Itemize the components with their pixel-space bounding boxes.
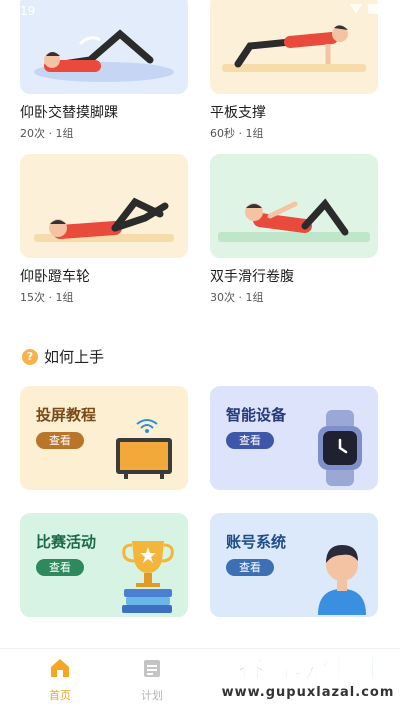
home-icon (51, 659, 69, 677)
tab-plan[interactable]: 计划 (122, 657, 182, 703)
exercise-thumbnail (210, 154, 378, 258)
status-time: 19 (20, 4, 36, 18)
user-avatar-icon (318, 545, 366, 615)
exercise-meta: 30次 · 1组 (210, 291, 264, 304)
smartwatch-icon (318, 410, 362, 486)
exercise-card[interactable]: 双手滑行卷腹 30次 · 1组 (210, 154, 378, 305)
watermark: 谷普软件园 www.gupuxlazal.com (220, 648, 396, 708)
question-icon: ? (22, 348, 38, 365)
trophy-icon (122, 541, 174, 613)
exercise-title: 平板支撑 (210, 105, 266, 121)
guide-card-competition[interactable]: 比赛活动 查看 (20, 513, 188, 617)
exercise-title: 仰卧交替摸脚踝 (20, 105, 118, 121)
guide-title: 智能设备 (226, 406, 287, 424)
guide-title: 投屏教程 (36, 406, 97, 424)
exercise-meta: 20次 · 1组 (20, 127, 74, 140)
tab-label: 计划 (141, 689, 163, 702)
exercise-meta: 15次 · 1组 (20, 291, 74, 304)
guide-title: 账号系统 (226, 533, 287, 551)
guide-card-account[interactable]: 账号系统 查看 (210, 513, 378, 617)
watermark-url: www.gupuxlazal.com (221, 685, 395, 700)
calendar-icon (144, 660, 160, 677)
guide-card-screencast[interactable]: 投屏教程 查看 (20, 386, 188, 490)
guide-card-smart-device[interactable]: 智能设备 查看 (210, 386, 378, 490)
guide-title: 比赛活动 (36, 533, 97, 551)
wifi-icon (350, 4, 362, 14)
view-button[interactable]: 查看 (36, 559, 84, 576)
view-button[interactable]: 查看 (36, 432, 84, 449)
exercise-card[interactable]: 仰卧蹬车轮 15次 · 1组 (20, 154, 188, 305)
view-button[interactable]: 查看 (226, 559, 274, 576)
status-bar: 19 (0, 0, 400, 24)
exercise-title: 仰卧蹬车轮 (20, 269, 90, 285)
exercise-title: 双手滑行卷腹 (210, 269, 294, 285)
watermark-main: 谷普软件园 (237, 654, 378, 685)
battery-icon (368, 4, 380, 14)
tv-icon (116, 419, 172, 479)
tab-label: 首页 (49, 689, 71, 702)
status-icons (350, 4, 380, 14)
exercise-thumbnail (20, 154, 188, 258)
view-button[interactable]: 查看 (226, 432, 274, 449)
section-title: 如何上手 (44, 348, 105, 366)
exercise-meta: 60秒 · 1组 (210, 127, 264, 140)
section-heading: ? 如何上手 (22, 346, 104, 367)
tab-home[interactable]: 首页 (30, 657, 90, 703)
